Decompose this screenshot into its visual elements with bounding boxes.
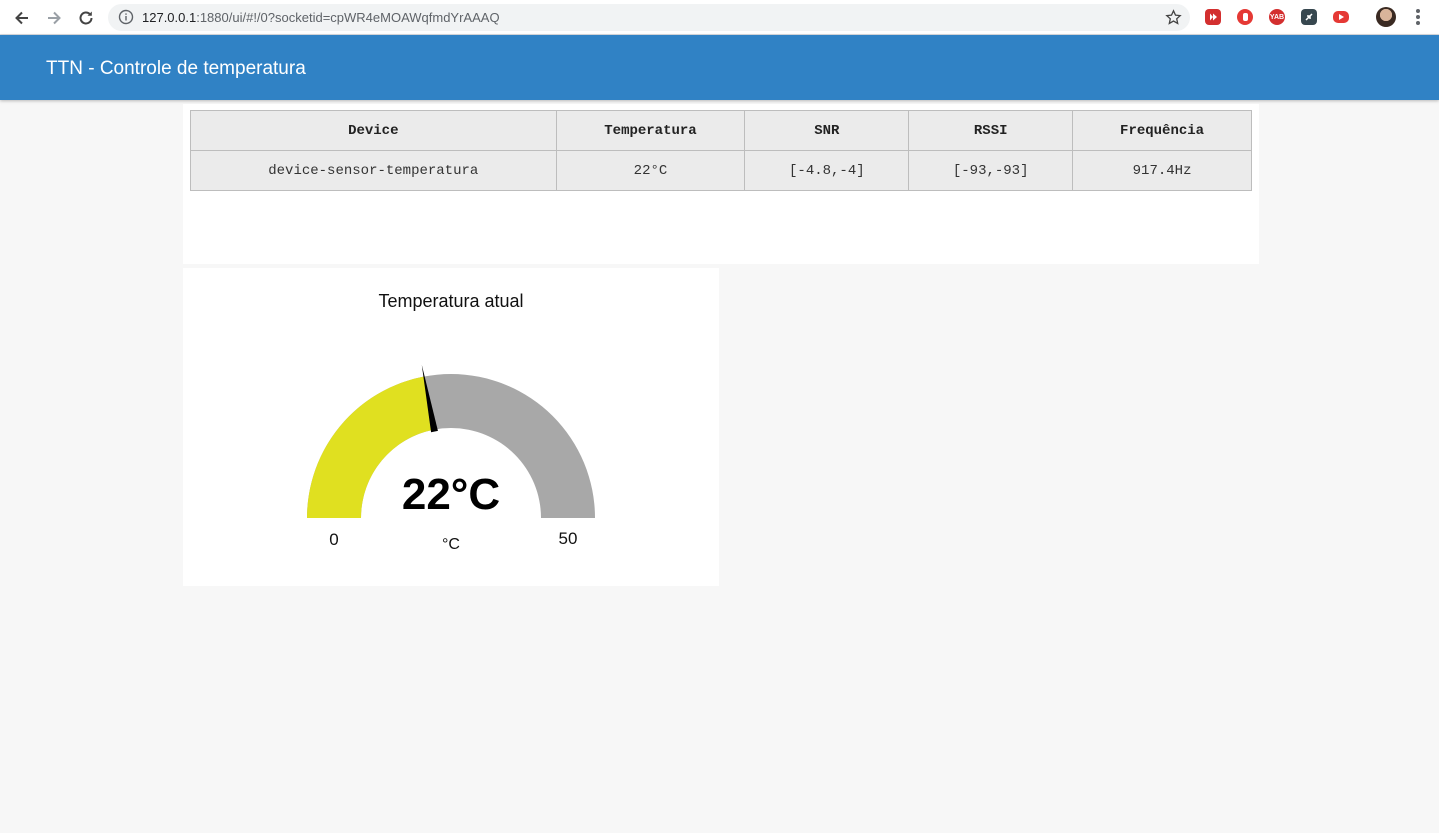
forward-button[interactable] — [42, 6, 66, 30]
reload-icon — [79, 11, 93, 25]
url-text[interactable]: 127.0.0.1:1880/ui/#!/0?socketid=cpWR4eMO… — [142, 10, 500, 25]
video-speed-icon[interactable] — [1205, 9, 1221, 25]
gauge-card: Temperatura atual 22°C 0 50 °C — [183, 268, 719, 586]
cell-frequencia: 917.4Hz — [1072, 150, 1252, 191]
cell-rssi: [-93,-93] — [908, 150, 1074, 191]
app-header: TTN - Controle de temperatura — [0, 35, 1439, 100]
youtube-icon[interactable] — [1333, 11, 1349, 23]
avatar[interactable] — [1376, 7, 1396, 27]
reload-button[interactable] — [74, 6, 98, 30]
column-header-snr[interactable]: SNR — [744, 110, 910, 151]
column-header-device[interactable]: Device — [190, 110, 557, 151]
cell-temperatura: 22°C — [555, 150, 746, 191]
kebab-menu-icon[interactable] — [1409, 8, 1427, 26]
browser-toolbar: 127.0.0.1:1880/ui/#!/0?socketid=cpWR4eMO… — [0, 0, 1439, 35]
page-title: TTN - Controle de temperatura — [46, 58, 306, 79]
back-button[interactable] — [10, 6, 34, 30]
yab-label: YAB — [1269, 13, 1285, 21]
cell-snr: [-4.8,-4] — [744, 150, 910, 191]
link-icon[interactable] — [1301, 9, 1317, 25]
bookmark-star-icon[interactable] — [1165, 9, 1182, 26]
table-header-row: Device Temperatura SNR RSSI Frequência — [190, 110, 1252, 151]
column-header-temperatura[interactable]: Temperatura — [555, 110, 746, 151]
cell-device: device-sensor-temperatura — [190, 150, 557, 191]
table-row[interactable]: device-sensor-temperatura 22°C [-4.8,-4]… — [190, 150, 1252, 191]
column-header-rssi[interactable]: RSSI — [908, 110, 1074, 151]
table-card: Device Temperatura SNR RSSI Frequência d… — [183, 104, 1259, 264]
arrow-right-icon — [48, 11, 61, 25]
gauge-value: 22°C — [401, 470, 501, 519]
url-host: 127.0.0.1 — [142, 10, 197, 25]
yab-icon[interactable]: YAB — [1269, 9, 1285, 25]
stop-hand-icon[interactable] — [1237, 9, 1253, 25]
gauge-max-label: 50 — [558, 529, 578, 548]
gauge-min-label: 0 — [329, 530, 339, 549]
address-bar[interactable]: 127.0.0.1:1880/ui/#!/0?socketid=cpWR4eMO… — [108, 4, 1190, 31]
arrow-left-icon — [15, 11, 28, 25]
info-icon[interactable] — [118, 9, 134, 25]
gauge-units-label: °C — [442, 536, 460, 553]
url-path: :1880/ui/#!/0?socketid=cpWR4eMOAWqfmdYrA… — [196, 10, 500, 25]
device-table: Device Temperatura SNR RSSI Frequência d… — [190, 110, 1252, 191]
column-header-frequencia[interactable]: Frequência — [1072, 110, 1252, 151]
